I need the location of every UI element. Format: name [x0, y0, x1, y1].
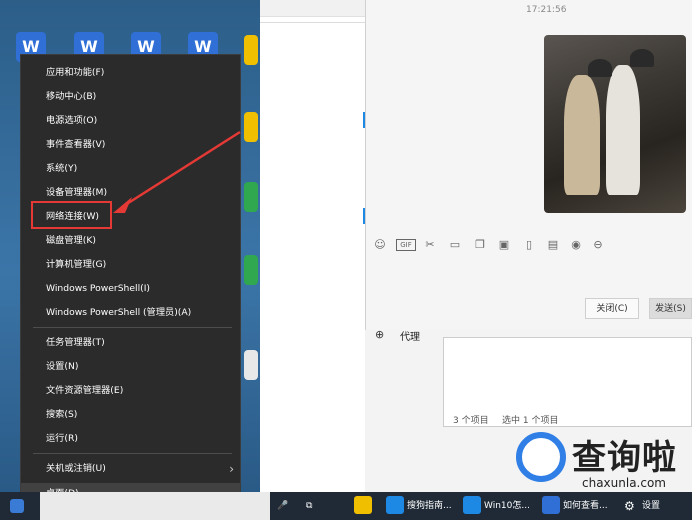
- menu-item-search[interactable]: 搜索(S): [21, 404, 240, 426]
- highlight-box: [31, 201, 112, 229]
- winx-context-menu: 应用和功能(F) 移动中心(B) 电源选项(O) 事件查看器(V) 系统(Y) …: [20, 54, 241, 509]
- taskbar: 🎤 ⧉ 搜狗指南... Win10怎... 如何查看... ⚙ 设置: [0, 492, 692, 520]
- selected-count: 选中 1 个项目: [502, 416, 559, 426]
- mic-icon[interactable]: ◉: [570, 239, 582, 251]
- chevron-right-icon: ›: [229, 462, 234, 476]
- menu-item-file-explorer[interactable]: 文件资源管理器(E): [21, 380, 240, 402]
- proxy-label[interactable]: 代理: [400, 328, 420, 343]
- taskbar-search-box[interactable]: [40, 492, 270, 520]
- folder-icon[interactable]: [354, 496, 372, 514]
- menu-item-label: 关机或注销(U): [46, 463, 106, 474]
- shake-icon[interactable]: ▯: [523, 239, 535, 251]
- send-button[interactable]: 发送(S): [649, 298, 692, 319]
- search-logo-icon: [516, 432, 566, 482]
- folder-icon[interactable]: [244, 112, 258, 142]
- desktop-label: [60, 0, 110, 18]
- menu-item-shutdown[interactable]: 关机或注销(U) ›: [21, 458, 240, 480]
- menu-item-powershell[interactable]: Windows PowerShell(I): [21, 278, 240, 300]
- menu-separator: [33, 453, 232, 454]
- menu-item-computer-management[interactable]: 计算机管理(G): [21, 254, 240, 276]
- watermark: 查询啦 chaxunla.com: [512, 428, 692, 492]
- chat-photo[interactable]: [544, 35, 686, 213]
- more-icon[interactable]: ⊖: [592, 239, 604, 251]
- menu-item-disk-management[interactable]: 磁盘管理(K): [21, 230, 240, 252]
- app-icon[interactable]: [244, 182, 258, 212]
- menu-item-power-options[interactable]: 电源选项(O): [21, 110, 240, 132]
- gif-icon[interactable]: GIF: [396, 239, 416, 251]
- folder-icon[interactable]: [244, 35, 258, 65]
- scissors-icon[interactable]: ✂: [424, 239, 436, 251]
- menu-item-apps[interactable]: 应用和功能(F): [21, 62, 240, 84]
- edge-icon[interactable]: [386, 496, 404, 514]
- menu-item-task-manager[interactable]: 任务管理器(T): [21, 332, 240, 354]
- taskbar-item-win10[interactable]: Win10怎...: [484, 492, 530, 520]
- taskbar-item-sogou[interactable]: 搜狗指南...: [407, 492, 452, 520]
- microphone-icon[interactable]: 🎤: [277, 492, 288, 520]
- explorer-pane: [260, 0, 365, 492]
- taskbar-item-howto[interactable]: 如何查看...: [563, 492, 608, 520]
- start-icon[interactable]: [10, 499, 24, 513]
- taskbar-item-settings[interactable]: 设置: [642, 492, 660, 520]
- photo-hat: [588, 59, 612, 77]
- emoji-icon[interactable]: ☺: [374, 239, 386, 251]
- files-icon[interactable]: ❐: [474, 239, 486, 251]
- file-icon[interactable]: [244, 350, 258, 380]
- watermark-domain: chaxunla.com: [582, 476, 666, 490]
- menu-separator: [33, 327, 232, 328]
- task-view-icon[interactable]: ⧉: [306, 492, 312, 520]
- folder-icon[interactable]: ▭: [449, 239, 461, 251]
- menu-item-powershell-admin[interactable]: Windows PowerShell (管理员)(A): [21, 302, 240, 324]
- menu-item-event-viewer[interactable]: 事件查看器(V): [21, 134, 240, 156]
- message-timestamp: 17:21:56: [526, 5, 567, 15]
- explorer-tab-bar: [260, 0, 365, 17]
- item-count: 3 个项目: [453, 416, 489, 426]
- edge-icon[interactable]: [463, 496, 481, 514]
- clipboard-icon[interactable]: ▤: [547, 239, 559, 251]
- close-button[interactable]: 关闭(C): [585, 298, 639, 319]
- menu-item-mobility-center[interactable]: 移动中心(B): [21, 86, 240, 108]
- image-icon[interactable]: ▣: [498, 239, 510, 251]
- menu-item-run[interactable]: 运行(R): [21, 428, 240, 450]
- menu-item-settings[interactable]: 设置(N): [21, 356, 240, 378]
- chat-toolbar: ☺ GIF ✂ ▭ ❐ ▣ ▯ ▤ ◉ ⊖: [365, 235, 692, 257]
- watermark-title: 查询啦: [572, 438, 677, 478]
- photo-person: [564, 75, 600, 195]
- globe-icon: ⊕: [375, 328, 385, 341]
- photo-person: [606, 65, 640, 195]
- menu-item-system[interactable]: 系统(Y): [21, 158, 240, 180]
- divider: [260, 22, 365, 23]
- gear-icon[interactable]: ⚙: [624, 492, 635, 520]
- app-icon[interactable]: [244, 255, 258, 285]
- wps-icon[interactable]: [542, 496, 560, 514]
- photo-hat: [630, 49, 654, 67]
